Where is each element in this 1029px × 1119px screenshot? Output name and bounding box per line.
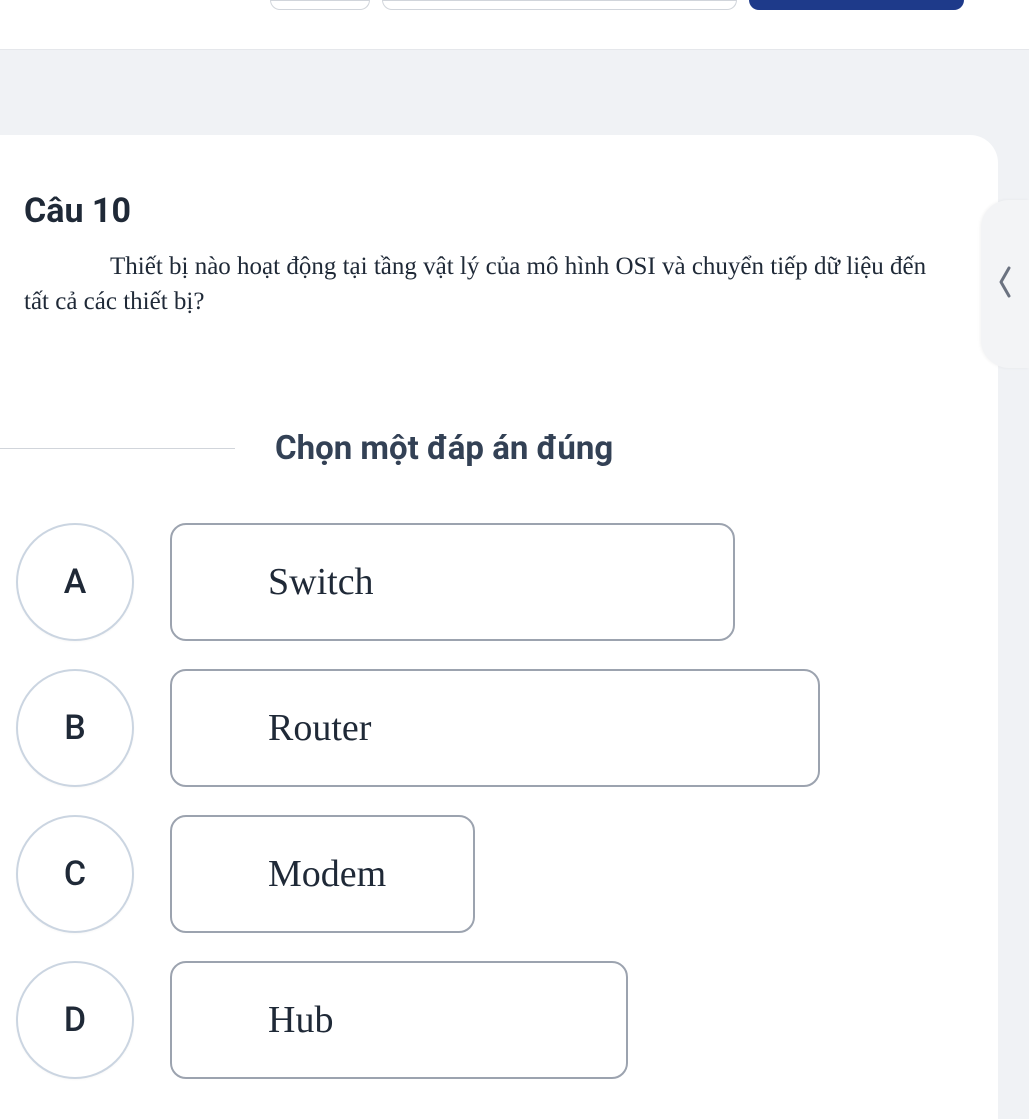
question-text: Thiết bị nào hoạt động tại tầng vật lý c…	[24, 249, 948, 319]
divider-line	[0, 448, 235, 449]
answer-text: Hub	[170, 961, 628, 1079]
answer-option-a[interactable]: A Switch	[16, 523, 998, 641]
answer-option-c[interactable]: C Modem	[16, 815, 998, 933]
answer-text: Modem	[170, 815, 475, 933]
answer-letter: B	[16, 669, 134, 787]
question-number: Câu 10	[24, 191, 998, 231]
instruction-text: Chọn một đáp án đúng	[235, 429, 653, 468]
chevron-left-icon	[996, 264, 1014, 304]
answer-text: Switch	[170, 523, 735, 641]
answer-option-d[interactable]: D Hub	[16, 961, 998, 1079]
top-bar	[0, 0, 1029, 50]
answers-list: A Switch B Router C Modem D Hub	[0, 523, 998, 1079]
top-control-primary[interactable]	[749, 0, 964, 10]
answer-letter: D	[16, 961, 134, 1079]
instruction-row: Chọn một đáp án đúng	[0, 429, 998, 468]
top-control-medium[interactable]	[382, 0, 737, 10]
question-card: Câu 10 Thiết bị nào hoạt động tại tầng v…	[0, 135, 998, 1119]
answer-text: Router	[170, 669, 820, 787]
answer-letter: C	[16, 815, 134, 933]
expand-tab[interactable]	[981, 200, 1029, 368]
answer-option-b[interactable]: B Router	[16, 669, 998, 787]
top-control-small[interactable]	[270, 0, 370, 10]
answer-letter: A	[16, 523, 134, 641]
